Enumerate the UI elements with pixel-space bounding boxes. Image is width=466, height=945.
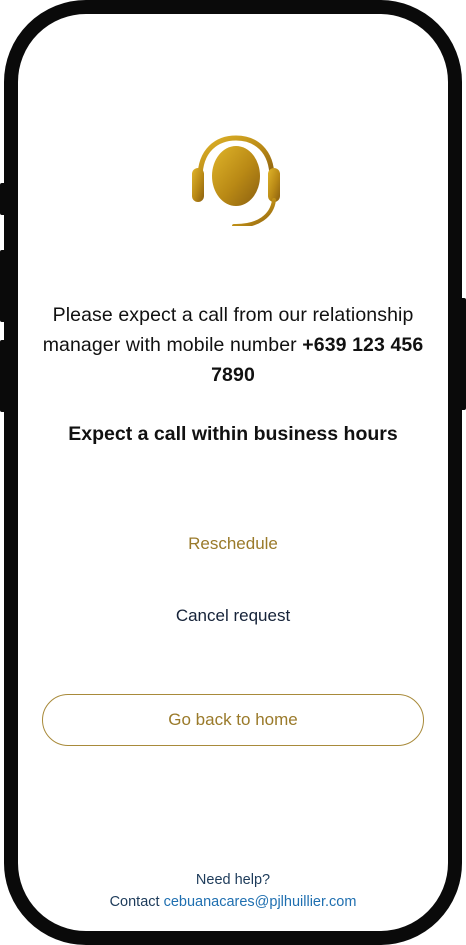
device-mockup: Please expect a call from our relationsh… xyxy=(0,0,466,945)
need-help-text: Need help? xyxy=(195,872,271,888)
business-hours-note: Expect a call within business hours xyxy=(68,423,398,445)
go-back-home-label: Go back to home xyxy=(168,710,298,729)
contact-prefix: Contact xyxy=(109,894,160,910)
headset-icon xyxy=(192,135,280,226)
support-email-link[interactable]: cebuanacares@pjlhuillier.com xyxy=(164,894,357,910)
reschedule-link[interactable]: Reschedule xyxy=(18,532,448,556)
phone-frame: Please expect a call from our relationsh… xyxy=(4,0,462,945)
call-message: Please expect a call from our relationsh… xyxy=(38,300,428,390)
go-back-home-button[interactable]: Go back to home xyxy=(42,694,424,746)
contact-line: Contact cebuanacares@pjlhuillier.com xyxy=(18,891,448,913)
help-footer: Need help? Contact cebuanacares@pjlhuill… xyxy=(18,869,448,913)
screen: Please expect a call from our relationsh… xyxy=(18,14,448,931)
cancel-request-link[interactable]: Cancel request xyxy=(18,604,448,628)
